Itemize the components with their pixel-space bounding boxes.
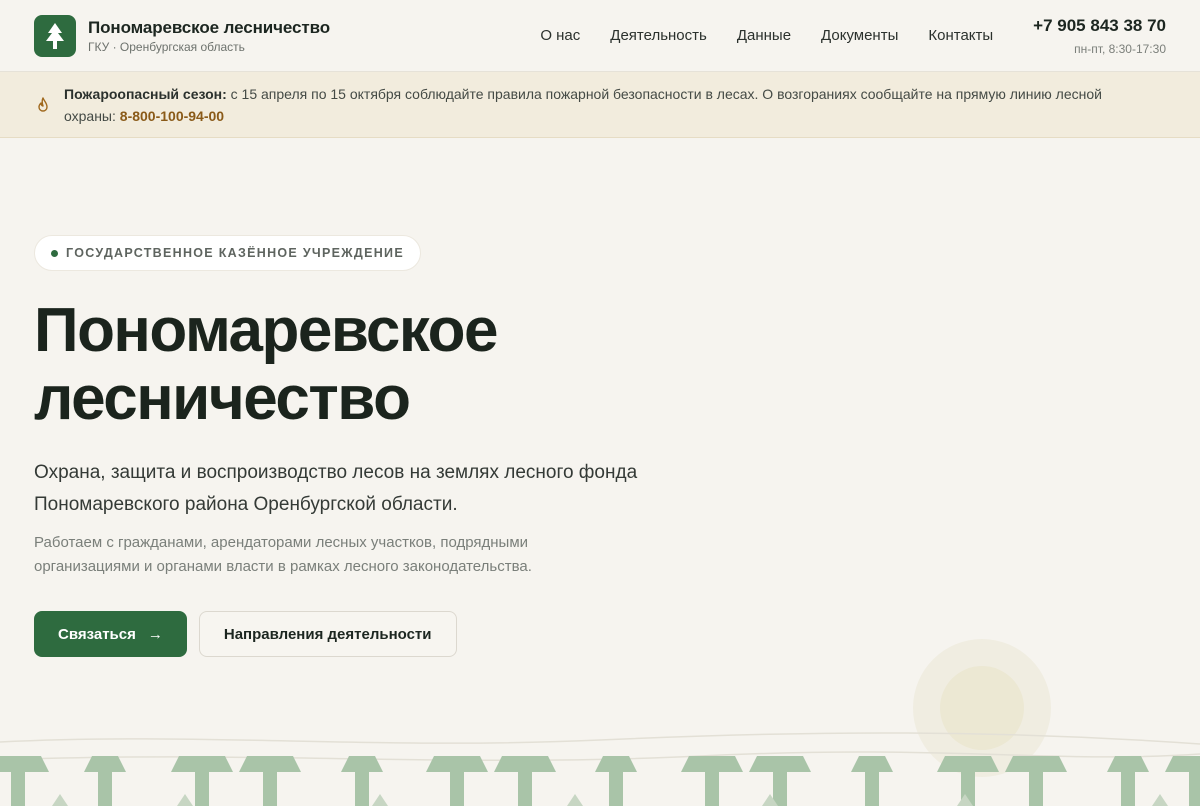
- title-line-2: лесничество: [34, 364, 411, 433]
- badge-dot: [51, 249, 58, 257]
- tree-icon: [34, 14, 76, 57]
- working-hours: пн-пт, 8:30-17:30: [1074, 41, 1166, 56]
- small-tree-icon: [52, 794, 68, 806]
- tree-icon: [1107, 756, 1149, 806]
- status-badge: ГОСУДАРСТВЕННОЕ КАЗЁННОЕ УЧРЕЖДЕНИЕ: [34, 235, 421, 271]
- tree-icon: [84, 756, 126, 806]
- nav-item-contacts[interactable]: Контакты: [928, 27, 993, 44]
- badge-label: ГОСУДАРСТВЕННОЕ КАЗЁННОЕ УЧРЕЖДЕНИЕ: [66, 246, 404, 260]
- banner-lead: Пожароопасный сезон:: [64, 85, 227, 102]
- banner-text: Пожароопасный сезон: с 15 апреля по 15 о…: [64, 83, 1144, 127]
- small-tree-icon: [372, 794, 388, 806]
- tree-icon: [681, 756, 743, 806]
- hero: ГОСУДАРСТВЕННОЕ КАЗЁННОЕ УЧРЕЖДЕНИЕ Поно…: [34, 235, 734, 657]
- hero-description: Работаем с гражданами, арендаторами лесн…: [34, 534, 532, 575]
- hotline-link[interactable]: 8-800-100-94-00: [120, 108, 224, 124]
- small-tree-icon: [567, 794, 583, 806]
- site-header: Пономаревское лесничество ГКУ · Оренбург…: [0, 0, 1200, 72]
- fire-icon: [34, 96, 52, 113]
- tree-icon: [426, 756, 488, 806]
- tree-icon: [595, 756, 637, 806]
- small-tree-icon: [1152, 794, 1168, 806]
- fire-season-banner: Пожароопасный сезон: с 15 апреля по 15 о…: [0, 72, 1200, 138]
- tree-icon: [494, 756, 556, 806]
- forest-decoration: [0, 732, 1200, 806]
- brand-subtitle: ГКУ · Оренбургская область: [88, 39, 245, 54]
- contact-button-label: Связаться: [58, 625, 136, 643]
- nav-item-documents[interactable]: Документы: [821, 27, 898, 44]
- phone-link[interactable]: +7 905 843 38 70: [1033, 16, 1166, 36]
- header-contact: +7 905 843 38 70 пн-пт, 8:30-17:30: [1033, 16, 1166, 56]
- contact-button[interactable]: Связаться →: [34, 611, 187, 657]
- hero-lead: Охрана, защита и воспроизводство лесов н…: [34, 462, 638, 515]
- brand-title: Пономаревское лесничество: [88, 17, 330, 37]
- tree-icon: [239, 756, 301, 806]
- nav-item-activity[interactable]: Деятельность: [610, 27, 707, 44]
- page-title: Пономаревское лесничество: [34, 297, 734, 433]
- small-tree-icon: [177, 794, 193, 806]
- tree-icon: [1005, 756, 1067, 806]
- nav-item-about[interactable]: О нас: [540, 27, 580, 44]
- tree-icon: [171, 756, 233, 806]
- tree-icon: [341, 756, 383, 806]
- activities-button[interactable]: Направления деятельности: [198, 611, 457, 657]
- title-line-1: Пономаревское: [34, 296, 498, 365]
- nav-item-data[interactable]: Данные: [737, 27, 791, 44]
- tree-icon: [851, 756, 893, 806]
- brand[interactable]: Пономаревское лесничество ГКУ · Оренбург…: [34, 14, 330, 57]
- main-nav: О нас Деятельность Данные Документы Конт…: [510, 27, 993, 44]
- tree-icon: [0, 756, 49, 806]
- hero-actions: Связаться → Направления деятельности: [34, 611, 734, 657]
- arrow-right-icon: →: [147, 625, 163, 643]
- tree-icon: [749, 756, 811, 806]
- tree-icon: [1165, 756, 1200, 806]
